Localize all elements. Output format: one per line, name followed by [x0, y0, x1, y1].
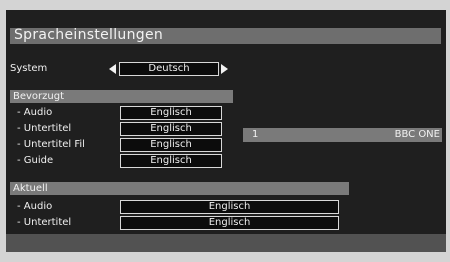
preferred-subtitle-film-value: Englisch [150, 139, 192, 150]
preferred-subtitle-film-label: - Untertitel Fil [17, 139, 85, 150]
current-header-label: Aktuell [13, 183, 48, 194]
bottom-strip [6, 234, 446, 252]
current-subtitle-label: - Untertitel [17, 217, 72, 228]
language-settings-screen: Spracheinstellungen System Deutsch Bevor… [6, 10, 446, 252]
preferred-subtitle-value: Englisch [150, 123, 192, 134]
current-audio-field: Englisch [120, 200, 339, 214]
arrow-right-icon[interactable] [221, 64, 228, 74]
title-bar: Spracheinstellungen [10, 27, 441, 44]
arrow-left-icon[interactable] [109, 64, 116, 74]
current-audio-label: - Audio [17, 201, 53, 212]
current-section-header: Aktuell [10, 182, 349, 195]
preferred-subtitle-select[interactable]: Englisch [120, 122, 222, 136]
channel-number: 1 [252, 129, 259, 140]
preferred-audio-select[interactable]: Englisch [120, 106, 222, 120]
preferred-audio-value: Englisch [150, 107, 192, 118]
system-language-value: Deutsch [148, 63, 190, 74]
current-subtitle-value: Englisch [208, 217, 251, 228]
system-label: System [10, 63, 48, 74]
preferred-section-header: Bevorzugt [10, 90, 233, 103]
page-title: Spracheinstellungen [14, 27, 164, 43]
current-audio-value: Englisch [208, 201, 251, 212]
preferred-audio-label: - Audio [17, 107, 53, 118]
preferred-subtitle-film-select[interactable]: Englisch [120, 138, 222, 152]
preferred-guide-label: - Guide [17, 155, 54, 166]
outer-frame: Spracheinstellungen System Deutsch Bevor… [0, 0, 450, 262]
channel-name: BBC ONE [394, 129, 440, 140]
preferred-guide-select[interactable]: Englisch [120, 154, 222, 168]
current-subtitle-field: Englisch [120, 216, 339, 230]
preferred-subtitle-label: - Untertitel [17, 123, 72, 134]
system-language-select[interactable]: Deutsch [119, 62, 219, 76]
preferred-header-label: Bevorzugt [13, 91, 65, 102]
preferred-guide-value: Englisch [150, 155, 192, 166]
channel-info-bar: 1 BBC ONE [243, 128, 442, 142]
